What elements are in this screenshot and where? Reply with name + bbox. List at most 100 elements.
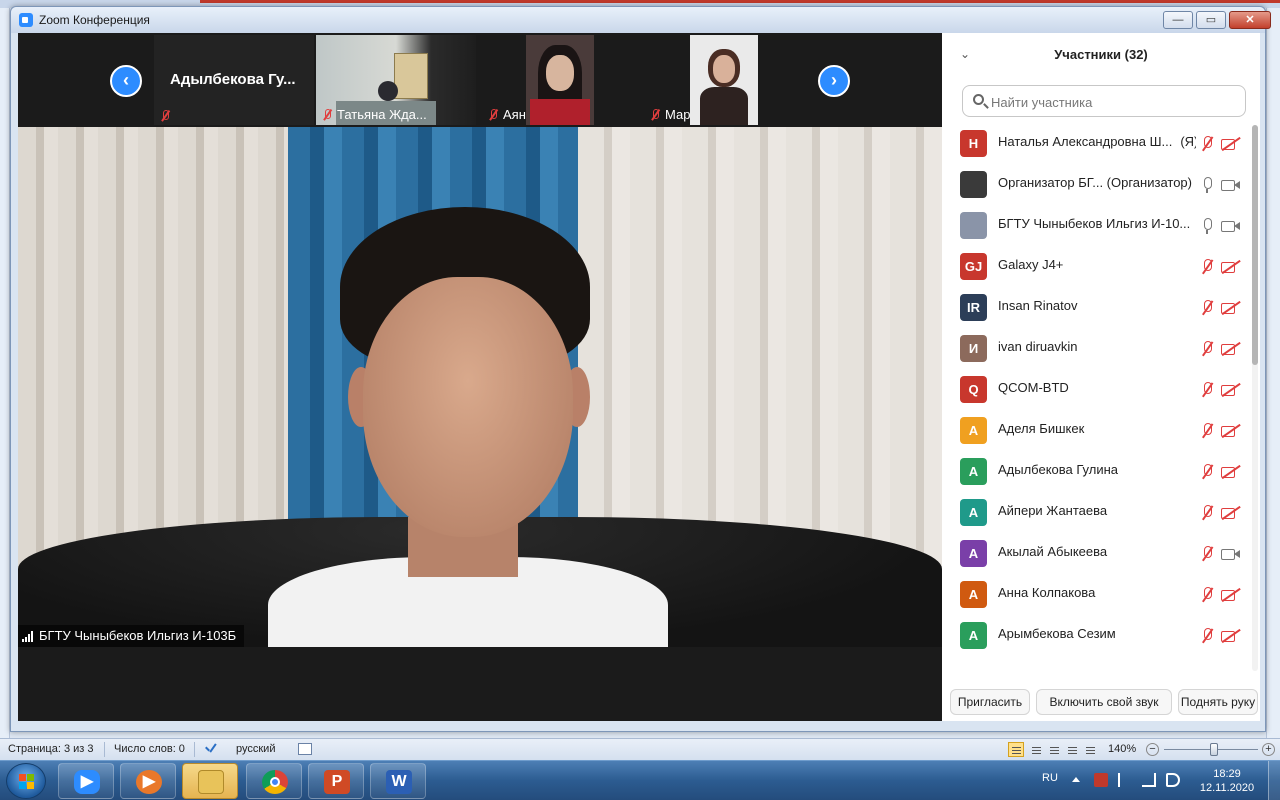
camera-off-icon[interactable] <box>1221 341 1241 357</box>
camera-off-icon[interactable] <box>1221 300 1241 316</box>
zoom-out-button[interactable]: − <box>1146 743 1159 756</box>
taskbar-word[interactable]: W <box>370 763 426 799</box>
taskbar-explorer[interactable] <box>182 763 238 799</box>
start-button[interactable] <box>6 763 46 799</box>
microphone-muted-icon[interactable] <box>1200 587 1214 603</box>
network-tray-icon[interactable] <box>1142 773 1156 787</box>
print-layout-view-button[interactable] <box>1008 742 1024 757</box>
taskbar-powerpoint[interactable]: P <box>308 763 364 799</box>
search-icon <box>973 94 984 105</box>
zoom-level[interactable]: 140% <box>1108 743 1136 755</box>
minimize-button[interactable]: — <box>1163 11 1193 29</box>
unmute-self-button[interactable]: Включить свой звук <box>1036 689 1172 715</box>
microphone-muted-icon[interactable] <box>1200 505 1214 521</box>
maximize-button[interactable]: ▭ <box>1196 11 1226 29</box>
participant-row[interactable]: IR Insan Rinatov <box>942 285 1252 326</box>
microphone-muted-icon[interactable] <box>1200 464 1214 480</box>
raise-hand-button[interactable]: Поднять руку <box>1178 689 1258 715</box>
participant-row[interactable]: А Арымбекова Сезим <box>942 613 1252 654</box>
participant-name: ivan diruavkin <box>998 339 1196 354</box>
search-input[interactable] <box>991 92 1231 112</box>
filmstrip-next-button[interactable]: › <box>818 65 850 97</box>
flag-tray-icon[interactable] <box>1118 773 1132 787</box>
avatar: А <box>960 417 987 444</box>
video-face <box>713 55 735 83</box>
close-button[interactable]: ✕ <box>1229 11 1271 29</box>
camera-off-icon[interactable] <box>1221 423 1241 439</box>
windows-logo-icon <box>19 774 35 790</box>
participant-row[interactable]: А Аделя Бишкек <box>942 408 1252 449</box>
scrollbar-thumb[interactable] <box>1252 125 1258 365</box>
microphone-muted-icon[interactable] <box>1200 423 1214 439</box>
clock[interactable]: 18:29 12.11.2020 <box>1194 767 1260 795</box>
camera-off-icon[interactable] <box>1221 259 1241 275</box>
participant-name-text: Galaxy J4+ <box>998 257 1064 272</box>
participant-row[interactable]: А Адылбекова Гулина <box>942 449 1252 490</box>
security-tray-icon[interactable] <box>1094 773 1108 787</box>
microphone-muted-icon[interactable] <box>1200 136 1214 152</box>
camera-off-icon[interactable] <box>1221 464 1241 480</box>
title-bar[interactable]: Zoom Конференция — ▭ ✕ <box>11 7 1271 33</box>
microphone-icon[interactable] <box>1200 177 1214 193</box>
spellcheck-icon[interactable] <box>204 742 218 756</box>
reading-view-button[interactable] <box>1028 742 1044 757</box>
filmstrip-prev-button[interactable]: ‹ <box>110 65 142 97</box>
language-indicator[interactable]: русский <box>236 743 275 755</box>
microphone-icon[interactable] <box>1200 218 1214 234</box>
page-count[interactable]: Страница: 3 из 3 <box>8 743 94 755</box>
camera-off-icon[interactable] <box>1221 587 1241 603</box>
participant-row[interactable]: Н Наталья Александровна Ш... (Я) <box>942 121 1252 162</box>
mic-muted-icon <box>488 108 498 121</box>
avatar: И <box>960 335 987 362</box>
camera-off-icon[interactable] <box>1221 505 1241 521</box>
web-layout-view-button[interactable] <box>1046 742 1062 757</box>
camera-off-icon[interactable] <box>1221 628 1241 644</box>
microphone-muted-icon[interactable] <box>1200 259 1214 275</box>
participants-scrollbar[interactable] <box>1252 125 1258 671</box>
video-area: ‹ Адылбекова Гу... Татьяна Жда... Аяна М… <box>18 33 942 721</box>
filmstrip-tile[interactable]: Адылбекова Гу... <box>154 35 314 125</box>
participant-row[interactable]: А Айпери Жантаева <box>942 490 1252 531</box>
word-count[interactable]: Число слов: 0 <box>114 743 185 755</box>
tray-expand-icon[interactable] <box>1072 777 1080 782</box>
participant-row[interactable]: Q QCOM-BTD <box>942 367 1252 408</box>
microphone-muted-icon[interactable] <box>1200 382 1214 398</box>
filmstrip-tile[interactable]: Татьяна Жда... <box>316 35 476 125</box>
participant-row[interactable]: А Акылай Абыкеева <box>942 531 1252 572</box>
zoom-in-button[interactable]: + <box>1262 743 1275 756</box>
draft-view-button[interactable] <box>1082 742 1098 757</box>
participant-row[interactable]: Иivan diruavkin <box>942 326 1252 367</box>
camera-off-icon[interactable] <box>1221 136 1241 152</box>
participant-name: Арымбекова Сезим <box>998 626 1196 641</box>
camera-icon[interactable] <box>1221 546 1241 562</box>
participant-row[interactable]: Организатор БГ... (Организатор) <box>942 162 1252 203</box>
microphone-muted-icon[interactable] <box>1200 341 1214 357</box>
active-speaker-video[interactable]: БГТУ Чыныбеков Ильгиз И-103Б <box>18 127 942 647</box>
background-word-margin-left <box>0 8 10 738</box>
speaker-name-label: БГТУ Чыныбеков Ильгиз И-103Б <box>18 625 245 647</box>
video-player-icon: ▶ <box>136 770 162 794</box>
macro-record-icon[interactable] <box>298 743 312 755</box>
volume-tray-icon[interactable] <box>1166 773 1180 787</box>
taskbar-chrome[interactable] <box>246 763 302 799</box>
participant-name: Анна Колпакова <box>998 585 1196 600</box>
participant-name: Аделя Бишкек <box>998 421 1196 436</box>
show-desktop-button[interactable] <box>1268 761 1280 800</box>
taskbar-video-player[interactable]: ▶ <box>120 763 176 799</box>
microphone-muted-icon[interactable] <box>1200 546 1214 562</box>
tray-language[interactable]: RU <box>1042 772 1058 784</box>
folder-icon <box>198 770 224 794</box>
invite-button[interactable]: Пригласить <box>950 689 1030 715</box>
participant-row[interactable]: БГТУ Чыныбеков Ильгиз И-10... <box>942 203 1252 244</box>
participant-search[interactable] <box>962 85 1246 117</box>
camera-off-icon[interactable] <box>1221 382 1241 398</box>
outline-view-button[interactable] <box>1064 742 1080 757</box>
taskbar-zoom[interactable]: ▶ <box>58 763 114 799</box>
participant-row[interactable]: GJ Galaxy J4+ <box>942 244 1252 285</box>
microphone-muted-icon[interactable] <box>1200 300 1214 316</box>
microphone-muted-icon[interactable] <box>1200 628 1214 644</box>
zoom-slider-handle[interactable] <box>1210 743 1218 756</box>
participant-row[interactable]: А Анна Колпакова <box>942 572 1252 613</box>
camera-icon[interactable] <box>1221 218 1241 234</box>
camera-icon[interactable] <box>1221 177 1241 193</box>
